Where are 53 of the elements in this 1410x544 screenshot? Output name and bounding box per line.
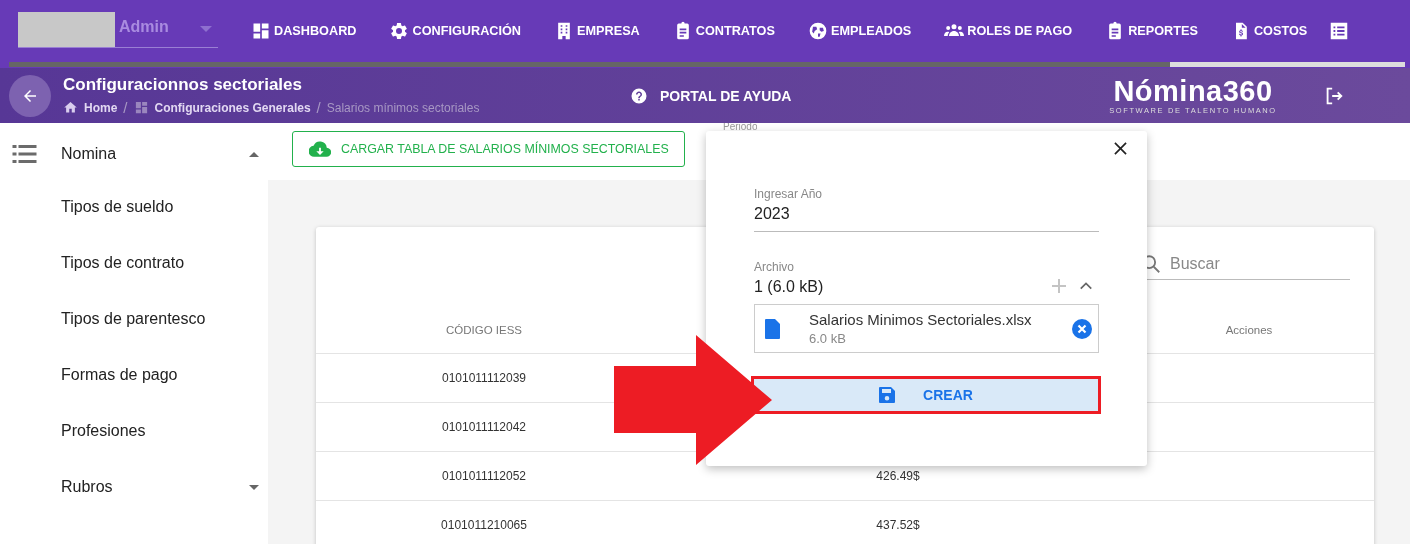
dashboard-icon: [251, 21, 271, 41]
remove-icon[interactable]: [1072, 318, 1092, 339]
nav-item[interactable]: COSTOS: [1230, 21, 1308, 41]
sidebar-item[interactable]: Rubros: [0, 459, 268, 515]
nav-item[interactable]: REPORTES: [1105, 21, 1198, 41]
globe-icon: [807, 21, 828, 41]
period-label: Periodo: [723, 123, 758, 131]
breadcrumb-separator: /: [316, 99, 321, 116]
breadcrumb-link[interactable]: Configuraciones Generales: [154, 100, 311, 115]
nav-item[interactable]: DASHBOARD: [251, 21, 357, 41]
home-icon: [63, 100, 78, 115]
year-field[interactable]: Ingresar Año 2023: [754, 187, 1099, 232]
save-icon: [879, 387, 896, 403]
dashboard-icon: [133, 100, 149, 115]
help-portal-link[interactable]: PORTAL DE AYUDA: [660, 87, 792, 104]
page-title: Configuracionnos sectoriales: [63, 75, 303, 95]
file-summary: 1 (6.0 kB): [754, 278, 825, 296]
nav-item[interactable]: CONTRATOS: [672, 21, 775, 41]
table-cell-text: 0101011112039: [440, 371, 528, 385]
sidebar-item[interactable]: Formas de pago: [0, 347, 268, 403]
table-cell-text: 0101011112042: [440, 420, 528, 434]
file-name: Salarios Minimos Sectoriales.xlsx: [809, 311, 1033, 328]
breadcrumb-separator: /: [123, 99, 128, 116]
table-cell-text: 0101011112052: [440, 469, 528, 483]
sidebar-item[interactable]: Profesiones: [0, 403, 268, 459]
file-icon: [765, 318, 781, 339]
menu-icon: [12, 144, 37, 164]
table-cell-text: 0101011210065: [440, 518, 528, 532]
search-input[interactable]: Buscar: [1168, 254, 1342, 274]
sidebar-item[interactable]: Tipos de parentesco: [0, 291, 268, 347]
column-header: CÓDIGO IESS: [444, 324, 523, 336]
sidebar-item[interactable]: Tipos de contrato: [0, 235, 268, 291]
file-label: Archivo: [754, 260, 795, 274]
sidebar-item[interactable]: Tipos de sueldo: [0, 179, 268, 235]
nav-item[interactable]: EMPLEADOS: [807, 21, 912, 41]
horizontal-scrollbar[interactable]: [0, 62, 1410, 68]
user-name: Admin: [119, 17, 170, 36]
close-icon[interactable]: [1114, 142, 1127, 155]
nav-item[interactable]: EMPRESA: [554, 21, 640, 41]
nav-item[interactable]: ROLES DE PAGO: [944, 21, 1073, 41]
nav-item[interactable]: CONFIGURACIÓN: [389, 21, 521, 41]
file-size: 6.0 kB: [809, 331, 847, 346]
sidebar-item[interactable]: Nomina: [0, 129, 268, 179]
back-button[interactable]: [9, 74, 51, 117]
breadcrumb-link[interactable]: Home: [84, 100, 118, 115]
settings-icon: [389, 21, 410, 41]
logo-wordmark: Nómina360: [1113, 76, 1273, 106]
create-button[interactable]: CREAR: [754, 379, 1098, 411]
table-cell-text: 426.49$: [875, 469, 921, 483]
cloud-download-icon: [309, 140, 331, 158]
help-icon: [630, 86, 648, 105]
table-cell-text: 437.52$: [875, 518, 921, 532]
column-header: Acciones: [1224, 324, 1274, 336]
